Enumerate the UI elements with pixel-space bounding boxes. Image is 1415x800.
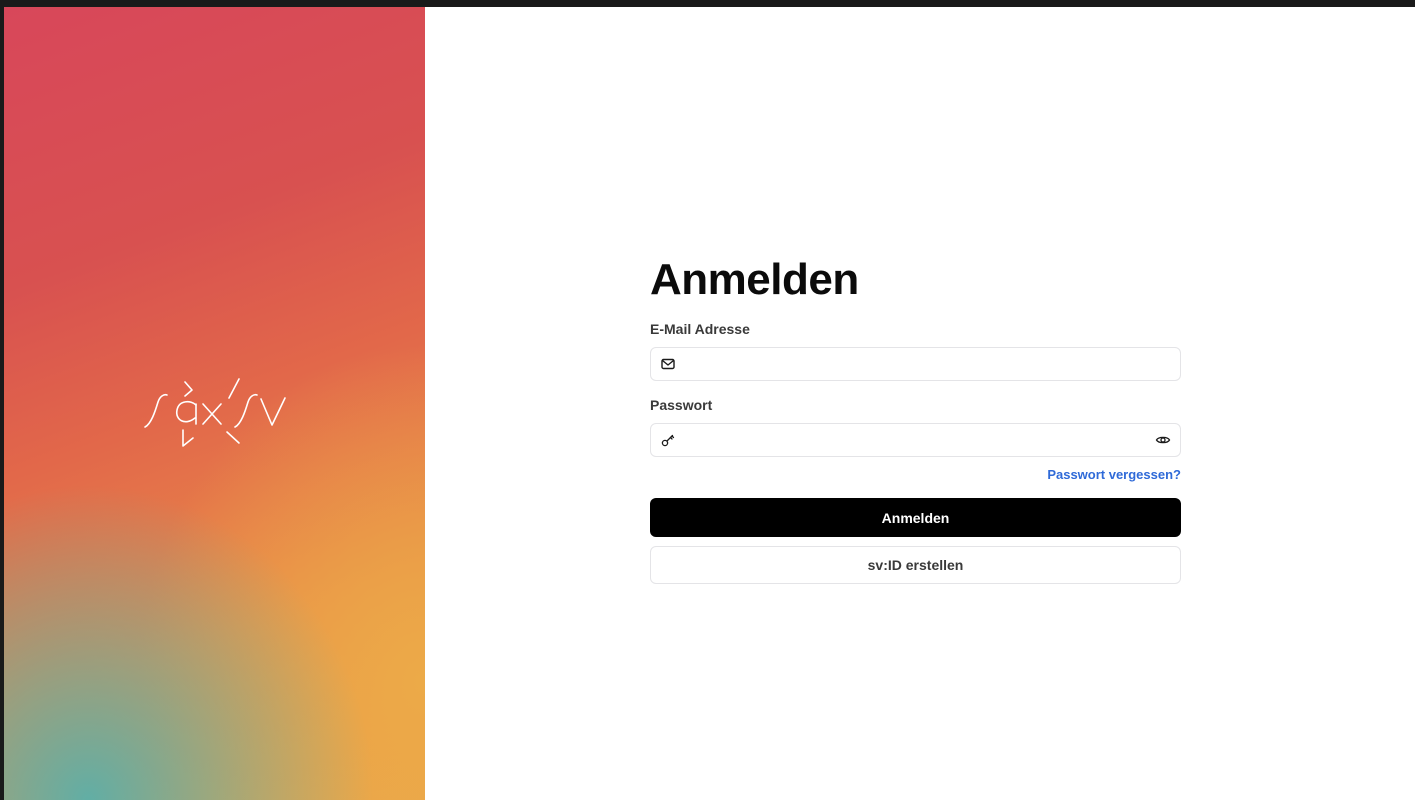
- password-input[interactable]: [685, 424, 1145, 456]
- password-field-wrapper: [650, 423, 1181, 457]
- login-button[interactable]: Anmelden: [650, 498, 1181, 537]
- forgot-password-row: Passwort vergessen?: [650, 466, 1181, 486]
- email-field-wrapper: [650, 347, 1181, 381]
- saxsv-logo-icon: [144, 378, 286, 447]
- saxsv-logo: saxsv: [139, 372, 291, 452]
- brand-panel: saxsv: [4, 7, 425, 800]
- login-form: Anmelden E-Mail Adresse Passwort Passwor…: [650, 252, 1181, 584]
- mail-icon: [660, 356, 676, 372]
- email-input[interactable]: [685, 348, 1145, 380]
- email-label: E-Mail Adresse: [650, 321, 750, 337]
- page-title: Anmelden: [650, 255, 859, 304]
- app-frame: saxsv: [0, 0, 1415, 800]
- key-icon: [660, 432, 676, 448]
- password-label: Passwort: [650, 397, 713, 413]
- forgot-password-link[interactable]: Passwort vergessen?: [1047, 467, 1181, 482]
- eye-icon[interactable]: [1155, 432, 1171, 448]
- create-svid-button[interactable]: sv:ID erstellen: [650, 546, 1181, 584]
